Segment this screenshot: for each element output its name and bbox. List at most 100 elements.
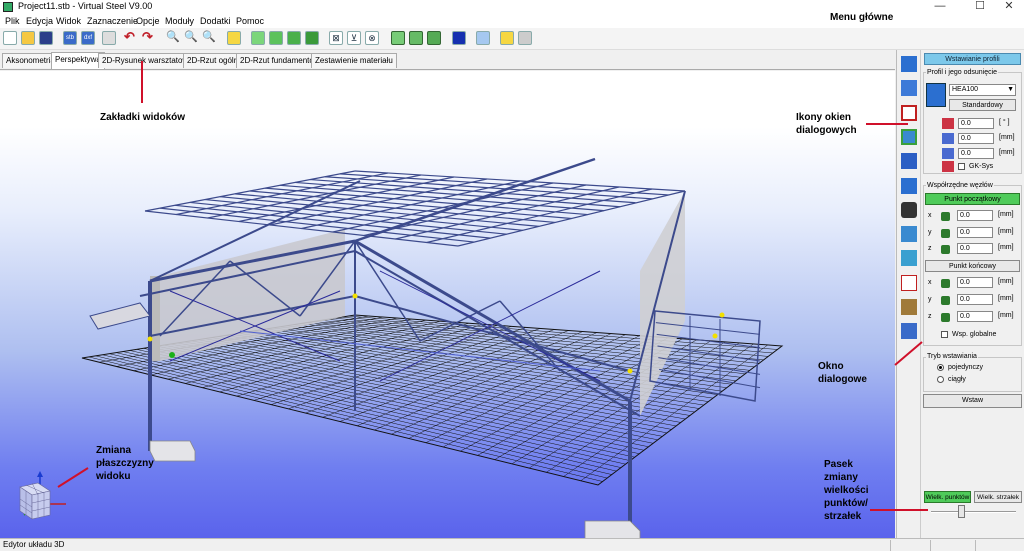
3d-viewport[interactable] [0,71,895,538]
select-filter-icon[interactable]: ⊻ [347,31,361,45]
minimize-button[interactable]: — [925,0,955,14]
view-front-icon[interactable] [251,31,265,45]
offset-z-field[interactable]: 0.0 [958,148,994,159]
profile-select-value: HEA100 [952,86,979,93]
lock-icon[interactable] [941,296,950,305]
edit-profile-icon[interactable] [901,80,917,96]
profile-select[interactable]: HEA100 ▼ [949,84,1016,96]
color-icon[interactable] [452,31,466,45]
start-x-unit: [mm] [998,211,1014,218]
grid-frame-icon[interactable] [901,105,917,121]
mode-single-label: pojedynczy [948,364,984,371]
lock-icon[interactable] [941,279,950,288]
weld-icon[interactable] [901,250,917,266]
light-icon[interactable] [500,31,514,45]
gk-sys-label: GK-Sys [969,163,994,170]
end-y-label: y [928,296,932,303]
print-icon[interactable] [102,31,116,45]
steel-hall-model [81,157,784,538]
structure-icon[interactable] [476,31,490,45]
save-icon[interactable] [39,31,53,45]
close-button[interactable]: ✕ [994,0,1024,14]
menu-pomoc[interactable]: Pomoc [236,16,264,26]
maximize-button[interactable]: ☐ [965,0,995,14]
render-icon[interactable] [518,31,532,45]
menu-dodatki[interactable]: Dodatki [200,16,231,26]
standard-button[interactable]: Standardowy [949,99,1016,111]
mode-single-radio[interactable] [937,364,944,371]
tab-perspektywa[interactable]: Perspektywa [51,52,105,69]
view-side-icon[interactable] [269,31,283,45]
camera-icon[interactable] [901,202,917,218]
steel-member [657,345,761,362]
menu-moduly[interactable]: Moduły [165,16,194,26]
start-x-label: x [928,212,932,219]
tab-rysunek-warsztatowy[interactable]: 2D-Rysunek warsztatowy [98,53,197,68]
lock-icon[interactable] [941,229,950,238]
plate-icon[interactable] [901,129,917,145]
menu-widok[interactable]: Widok [56,16,81,26]
zoom-fit-icon[interactable]: 🔍 [202,31,216,45]
arrow-size-button[interactable]: Wielk. strzałek [974,491,1022,503]
start-y-field[interactable]: 0.0 [957,227,993,238]
global-coords-checkbox[interactable] [941,331,948,338]
table-icon[interactable] [427,31,441,45]
start-z-field[interactable]: 0.0 [957,243,993,254]
select-all-icon[interactable]: ⊠ [329,31,343,45]
cleat-icon[interactable] [901,299,917,315]
zoom-in-icon[interactable]: 🔍 [166,31,180,45]
end-z-field[interactable]: 0.0 [957,311,993,322]
export-dxf-icon[interactable]: dxf [81,31,95,45]
redo-icon[interactable]: ↷ [142,30,156,45]
status-bar: Edytor układu 3D [0,538,1024,551]
insert-profile-icon[interactable] [901,56,917,72]
deselect-icon[interactable]: ⊗ [365,31,379,45]
view-top-icon[interactable] [287,31,301,45]
export-stb-icon[interactable]: stb [63,31,77,45]
tab-zestawienie-materialu[interactable]: Zestawienie materiału [311,53,397,68]
offset-y-field[interactable]: 0.0 [958,133,994,144]
mode-continuous-label: ciągły [948,376,966,383]
window-title: Project11.stb - Virtual Steel V9.00 [18,1,153,11]
cut-icon[interactable] [901,275,917,291]
profile-i-icon [926,83,946,107]
size-slider-handle[interactable] [958,505,965,518]
grid-icon[interactable] [391,31,405,45]
view-cube-icon[interactable] [10,469,70,529]
end-z-unit: [mm] [998,312,1014,319]
end-y-field[interactable]: 0.0 [957,294,993,305]
end-x-field[interactable]: 0.0 [957,277,993,288]
new-file-icon[interactable] [3,31,17,45]
gk-sys-checkbox[interactable] [958,163,965,170]
point-size-button[interactable]: Wielk. punktów [924,491,971,503]
start-x-field[interactable]: 0.0 [957,210,993,221]
lock-icon[interactable] [941,313,950,322]
stair-icon[interactable] [901,323,917,339]
layer-icon[interactable] [409,31,423,45]
bracing-icon[interactable] [901,153,917,169]
size-slider-track[interactable] [931,511,1016,513]
lock-icon[interactable] [941,245,950,254]
undo-icon[interactable]: ↶ [124,30,138,45]
open-file-icon[interactable] [21,31,35,45]
anchor-icon[interactable] [901,226,917,242]
connection-icon[interactable] [901,178,917,194]
gk-sys-icon [942,161,954,172]
end-point-button[interactable]: Punkt końcowy [925,260,1020,272]
start-point-button[interactable]: Punkt początkowy [925,193,1020,205]
profile-group-label: Profil i jego odsunięcie [926,69,999,76]
menu-plik[interactable]: Plik [5,16,20,26]
mode-continuous-radio[interactable] [937,376,944,383]
insert-button[interactable]: Wstaw [923,394,1022,408]
lock-icon[interactable] [941,212,950,221]
view-iso-icon[interactable] [305,31,319,45]
menu-opcje[interactable]: Opcje [136,16,160,26]
offset-angle-field[interactable]: 0.0 [958,118,994,129]
insert-profile-button[interactable]: Wstawianie profili [924,53,1021,65]
measure-icon[interactable] [227,31,241,45]
node-point [627,368,633,374]
menu-edycja[interactable]: Edycja [26,16,53,26]
menu-zaznaczenie[interactable]: Zaznaczenie [87,16,138,26]
title-bar: Project11.stb - Virtual Steel V9.00 — ☐ … [0,0,1024,14]
zoom-out-icon[interactable]: 🔍 [184,31,198,45]
